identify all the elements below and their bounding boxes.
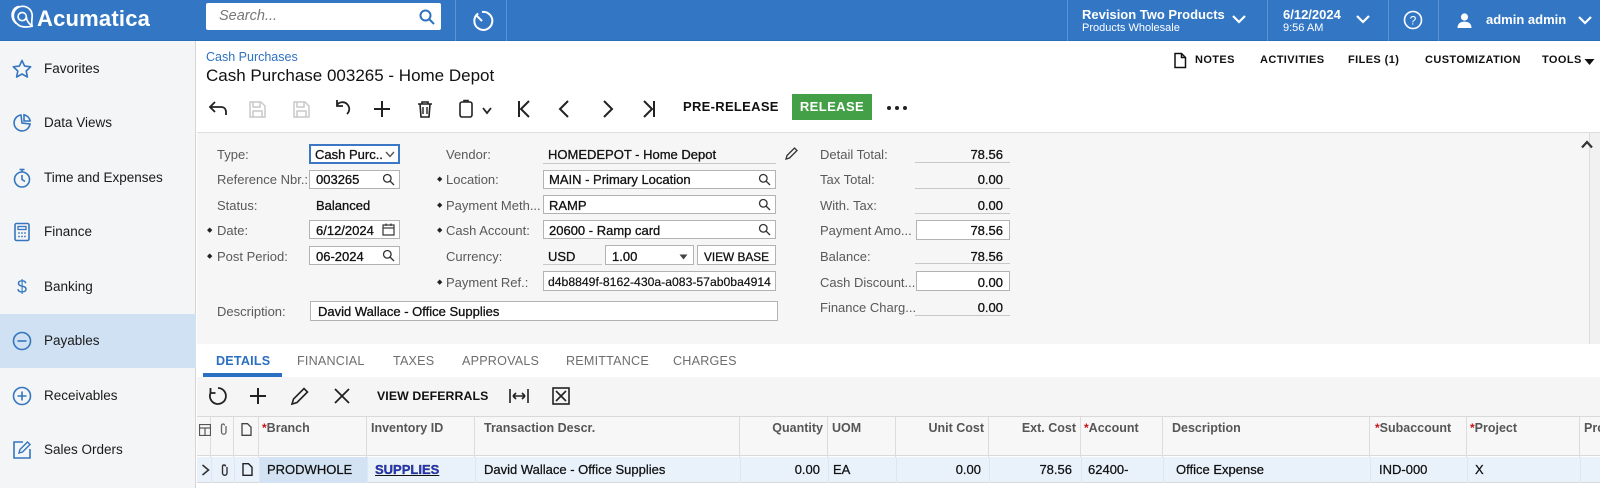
svg-text:$: $ [17, 277, 27, 297]
svg-text:?: ? [1410, 14, 1417, 28]
